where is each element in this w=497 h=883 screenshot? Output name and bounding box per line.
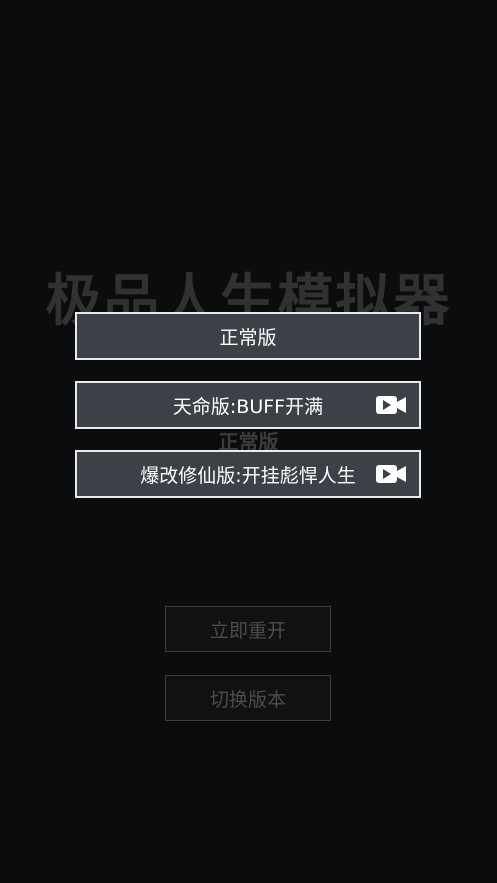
- version-option-cultivation[interactable]: 爆改修仙版:开挂彪悍人生: [75, 450, 421, 498]
- restart-button-label: 立即重开: [209, 619, 286, 642]
- background-screen: 极品人生模拟器 正常版 立即重开 切换版本: [0, 0, 497, 883]
- video-camera-icon: [376, 465, 406, 483]
- version-option-label: 正常版: [219, 326, 277, 349]
- version-option-normal[interactable]: 正常版: [75, 312, 421, 360]
- version-option-label: 爆改修仙版:开挂彪悍人生: [140, 464, 356, 487]
- version-option-label: 天命版:BUFF开满: [172, 395, 324, 418]
- switch-version-button: 切换版本: [165, 675, 331, 721]
- switch-version-button-label: 切换版本: [209, 688, 286, 711]
- version-option-fate[interactable]: 天命版:BUFF开满: [75, 381, 421, 429]
- video-camera-icon: [376, 396, 406, 414]
- restart-button: 立即重开: [165, 606, 331, 652]
